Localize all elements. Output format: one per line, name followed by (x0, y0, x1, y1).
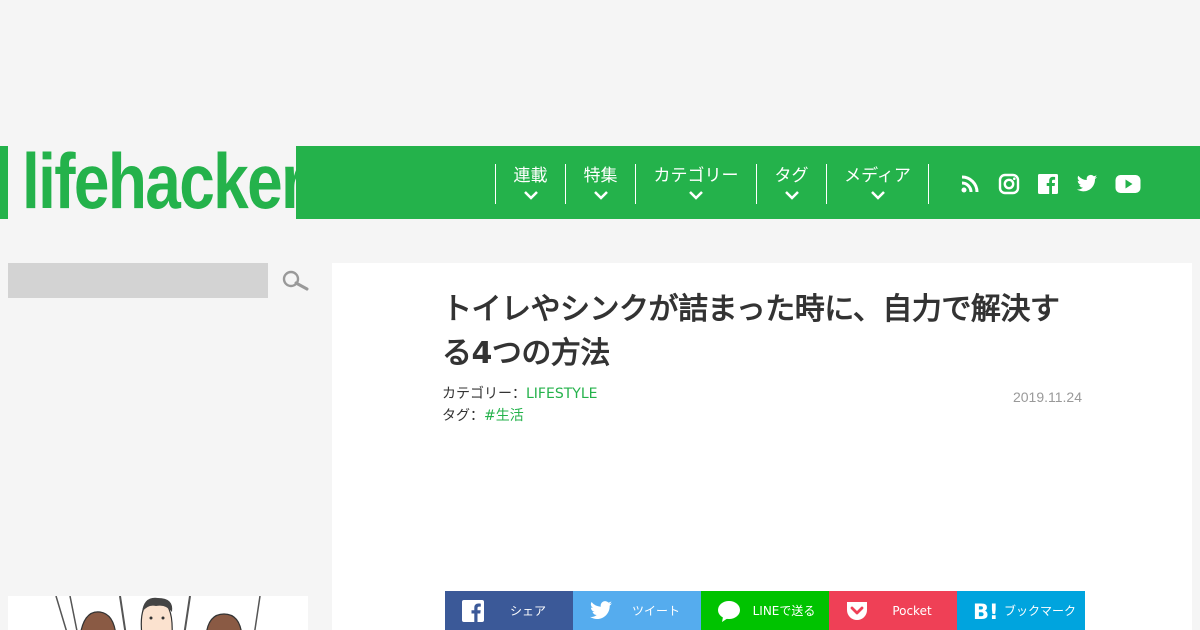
facebook-icon (462, 600, 484, 622)
search-input[interactable] (8, 263, 268, 298)
nav-item-label: タグ (774, 166, 809, 186)
share-line-button[interactable]: LINEで送る (701, 591, 829, 630)
category-prefix: カテゴリー： (442, 386, 526, 402)
nav-item-features[interactable]: 特集 (565, 164, 635, 204)
chevron-down-icon (870, 191, 885, 200)
pocket-icon (847, 602, 867, 620)
chevron-down-icon (523, 191, 538, 200)
tag-prefix: タグ： (442, 408, 484, 424)
nav-item-category[interactable]: カテゴリー (635, 164, 756, 204)
share-label: ブックマーク (1003, 604, 1076, 618)
main-nav: 連載 特集 カテゴリー タグ メディア (495, 164, 929, 204)
category-link[interactable]: LIFESTYLE (526, 386, 597, 402)
search-icon[interactable] (281, 269, 309, 293)
nav-item-tags[interactable]: タグ (756, 164, 826, 204)
share-facebook-button[interactable]: シェア (445, 591, 573, 630)
hatena-bookmark-icon: B! (973, 600, 997, 623)
article-title: トイレやシンクが詰まった時に、自力で解決する4つの方法 (442, 292, 1060, 371)
instagram-icon[interactable] (997, 172, 1021, 196)
facebook-icon[interactable] (1036, 172, 1060, 196)
youtube-icon[interactable] (1114, 172, 1142, 196)
nav-item-media[interactable]: メディア (826, 164, 929, 204)
rss-icon[interactable] (958, 172, 982, 196)
article-date: 2019.11.24 (1012, 389, 1082, 405)
chevron-down-icon (784, 191, 799, 200)
chevron-down-icon (689, 191, 703, 200)
nav-item-series[interactable]: 連載 (495, 164, 565, 204)
share-label: Pocket (892, 604, 932, 618)
nav-item-label: カテゴリー (653, 166, 739, 186)
svg-text:B!: B! (973, 600, 997, 623)
logo-stripe (0, 146, 8, 219)
line-icon (718, 601, 740, 622)
tag-link[interactable]: #生活 (484, 408, 524, 424)
share-label: シェア (509, 604, 546, 618)
nav-item-label: 特集 (583, 166, 618, 186)
chevron-down-icon (593, 191, 608, 200)
article-tags: タグ：#生活 (442, 406, 524, 426)
nav-item-label: 連載 (513, 166, 548, 186)
share-label: ツイート (631, 604, 680, 618)
article-category: カテゴリー：LIFESTYLE (442, 384, 597, 404)
sidebar-illustration[interactable] (8, 596, 308, 630)
share-twitter-button[interactable]: ツイート (573, 591, 701, 630)
nav-item-label: メディア (844, 166, 911, 186)
share-hatena-button[interactable]: B! ブックマーク (957, 591, 1085, 630)
site-logo[interactable]: lifehacker (22, 136, 306, 226)
twitter-icon[interactable] (1075, 172, 1099, 196)
share-label: LINEで送る (752, 604, 816, 618)
twitter-icon (590, 601, 612, 619)
share-pocket-button[interactable]: Pocket (829, 591, 957, 630)
